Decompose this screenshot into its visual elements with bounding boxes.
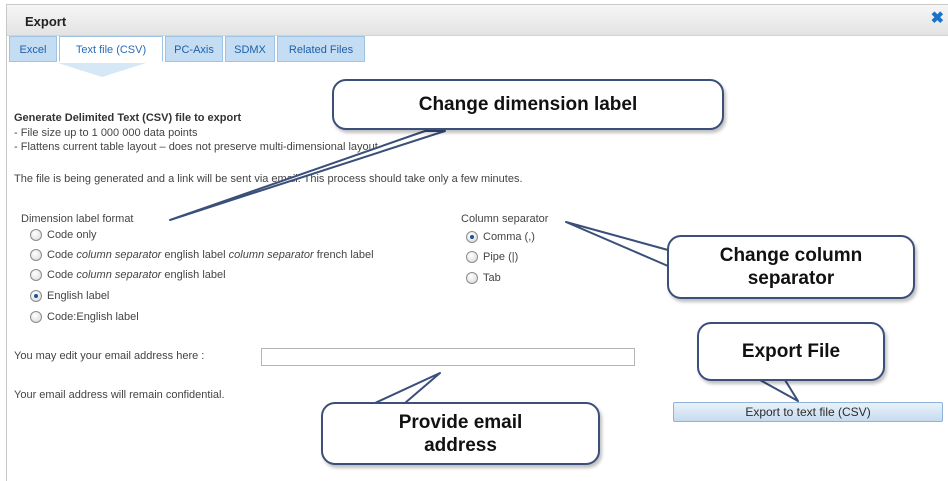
email-label: You may edit your email address here :	[14, 350, 205, 362]
separator-option-label: Tab	[483, 272, 501, 284]
dimension-option-label: Code	[47, 249, 77, 261]
separator-option-label: Pipe (|)	[483, 251, 519, 263]
dimension-option-label: Code only	[47, 229, 97, 241]
dimension-option-label: column separator	[228, 249, 314, 261]
callout-export-file: Export File	[697, 322, 885, 381]
radio-button[interactable]	[30, 229, 42, 241]
email-field[interactable]	[261, 348, 635, 366]
layout-note: - Flattens current table layout – does n…	[14, 141, 378, 153]
callout-provide-email-address: Provide email address	[321, 402, 600, 465]
separator-option-2[interactable]: Tab	[466, 272, 501, 284]
dimension-option-label: column separator	[76, 269, 162, 281]
separator-option-0[interactable]: Comma (,)	[466, 231, 535, 243]
radio-button[interactable]	[30, 269, 42, 281]
close-icon[interactable]: ✖	[931, 11, 944, 27]
separator-option-label: Comma (,)	[483, 231, 535, 243]
dimension-label-format-label: Dimension label format	[21, 213, 134, 225]
radio-button[interactable]	[466, 231, 478, 243]
tab-excel[interactable]: Excel	[9, 36, 57, 62]
dimension-option-label: english label	[161, 269, 226, 281]
dialog-title: Export	[25, 14, 67, 29]
file-size-note: - File size up to 1 000 000 data points	[14, 127, 198, 139]
tab-sdmx[interactable]: SDMX	[225, 36, 275, 62]
dimension-option-label: English label	[47, 290, 110, 302]
dimension-option-2[interactable]: Code column separator english label	[30, 269, 226, 281]
tab-text-file-csv[interactable]: Text file (CSV)	[59, 36, 163, 62]
email-confidential-note: Your email address will remain confident…	[14, 389, 225, 401]
active-tab-indicator	[58, 63, 146, 77]
export-heading: Generate Delimited Text (CSV) file to ex…	[14, 112, 242, 124]
export-csv-button[interactable]: Export to text file (CSV)	[673, 402, 943, 422]
tab-related-files[interactable]: Related Files	[277, 36, 365, 62]
dimension-option-label: Code	[47, 269, 77, 281]
callout-change-column-separator: Change column separator	[667, 235, 915, 299]
dimension-option-label: french label	[313, 249, 374, 261]
dimension-option-label: column separator	[76, 249, 162, 261]
dimension-option-3[interactable]: English label	[30, 290, 109, 302]
email-info-note: The file is being generated and a link w…	[14, 173, 523, 185]
column-separator-label: Column separator	[461, 213, 549, 225]
radio-button[interactable]	[30, 290, 42, 302]
radio-button[interactable]	[30, 249, 42, 261]
tab-pc-axis[interactable]: PC-Axis	[165, 36, 223, 62]
dimension-option-label: english label	[161, 249, 229, 261]
dimension-option-4[interactable]: Code:English label	[30, 311, 139, 323]
callout-change-dimension-label: Change dimension label	[332, 79, 724, 130]
dimension-option-label: Code:English label	[47, 311, 139, 323]
radio-button[interactable]	[466, 272, 478, 284]
dialog-titlebar: Export ✖	[7, 5, 948, 36]
radio-button[interactable]	[466, 251, 478, 263]
dimension-option-0[interactable]: Code only	[30, 229, 97, 241]
radio-button[interactable]	[30, 311, 42, 323]
separator-option-1[interactable]: Pipe (|)	[466, 251, 518, 263]
dimension-option-1[interactable]: Code column separator english label colu…	[30, 249, 374, 261]
